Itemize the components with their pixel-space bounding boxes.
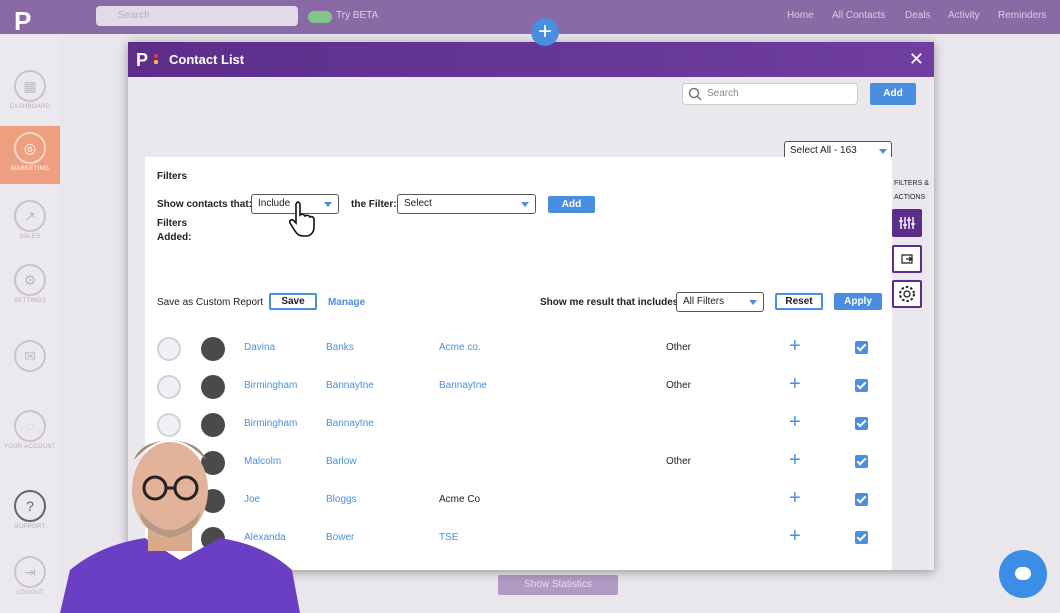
add-icon[interactable]: + <box>789 373 801 395</box>
app-search-input[interactable]: Search <box>96 6 298 26</box>
mail-icon: ✉ <box>14 340 46 372</box>
add-icon[interactable]: + <box>789 335 801 357</box>
dashboard-icon: ▦ <box>14 70 46 102</box>
modal-header: P Contact List ✕ <box>128 42 934 77</box>
settings-button[interactable] <box>892 280 922 308</box>
add-filter-button[interactable]: Add <box>548 196 595 213</box>
app-logo[interactable]: P <box>14 6 44 36</box>
last-name-link[interactable]: Bloggs <box>326 494 357 505</box>
presenter-video-overlay <box>60 440 300 613</box>
row-checkbox[interactable] <box>855 417 868 430</box>
show-statistics-button[interactable]: Show Statistics <box>498 575 618 595</box>
row-checkbox[interactable] <box>855 455 868 468</box>
first-name-link[interactable]: Birmingham <box>244 380 297 391</box>
company-link[interactable]: Acme co. <box>439 342 481 353</box>
modal-title: Contact List <box>169 52 245 67</box>
add-icon[interactable]: + <box>789 449 801 471</box>
logout-icon: ⇥ <box>14 556 46 588</box>
avatar <box>157 375 181 399</box>
hand-cursor-icon <box>289 201 315 237</box>
nav-home[interactable]: Home <box>787 10 814 21</box>
filters-actions-label: FILTERS & ACTIONS <box>894 180 929 201</box>
app-topbar: P Search Try BETA Home All Contacts Deal… <box>0 0 1060 36</box>
brand-logo-icon: P <box>136 50 158 70</box>
sidebar-item-sales[interactable]: ↗ SALES <box>0 194 60 248</box>
sidebar-item-your-account[interactable]: ◌ YOUR ACCOUNT <box>0 404 60 458</box>
last-name-link[interactable]: Barlow <box>326 456 357 467</box>
add-contact-button[interactable]: Add <box>870 83 916 105</box>
last-name-link[interactable]: Bannaytne <box>326 380 374 391</box>
add-icon[interactable]: + <box>789 411 801 433</box>
contact-type: Other <box>666 342 692 353</box>
contact-search-input[interactable]: Search <box>682 83 858 105</box>
beta-label: Try BETA <box>336 10 379 21</box>
search-icon <box>688 87 702 101</box>
manage-link[interactable]: Manage <box>328 297 365 308</box>
table-row[interactable]: Birmingham Bannaytne Bannaytne Other + <box>145 367 892 405</box>
filters-added-label: Filters Added: <box>157 218 192 243</box>
last-name-link[interactable]: Bannaytne <box>326 418 374 429</box>
row-checkbox[interactable] <box>855 379 868 392</box>
sidebar-item-dashboard[interactable]: ▦ DASHBOARD <box>0 64 60 118</box>
show-result-label: Show me result that includes <box>540 297 679 308</box>
sales-chart-icon: ↗ <box>14 200 46 232</box>
the-filter-label: the Filter: <box>351 199 397 210</box>
last-name-link[interactable]: Bower <box>326 532 354 543</box>
sidebar-item-marketing[interactable]: ◎ MARKETING <box>0 126 60 184</box>
beta-toggle[interactable] <box>308 11 332 23</box>
row-checkbox[interactable] <box>855 493 868 506</box>
filters-title: Filters <box>157 171 188 182</box>
nav-reminders[interactable]: Reminders <box>998 10 1046 21</box>
sidebar-item-logout[interactable]: ⇥ LOGOUT <box>0 550 60 604</box>
save-custom-report-label: Save as Custom Report <box>157 297 264 308</box>
last-name-link[interactable]: Banks <box>326 342 354 353</box>
gear-icon: ⚙ <box>14 264 46 296</box>
add-plus-button[interactable]: + <box>531 18 559 46</box>
sidebar-item-settings[interactable]: ⚙ SETTINGS <box>0 258 60 312</box>
chevron-down-icon <box>749 300 757 305</box>
row-checkbox[interactable] <box>855 531 868 544</box>
filter-select-dropdown[interactable]: Select <box>397 194 536 214</box>
filters-toggle-button[interactable] <box>892 209 922 237</box>
contact-type: Other <box>666 456 692 467</box>
marketing-icon: ◎ <box>14 132 46 164</box>
apply-button[interactable]: Apply <box>834 293 882 310</box>
add-icon[interactable]: + <box>789 525 801 547</box>
reset-button[interactable]: Reset <box>775 293 823 310</box>
sidebar-item-support[interactable]: ? SUPPORT <box>0 484 60 538</box>
nav-activity[interactable]: Activity <box>948 10 980 21</box>
export-button[interactable] <box>892 245 922 273</box>
user-icon: ◌ <box>14 410 46 442</box>
save-report-button[interactable]: Save <box>269 293 317 310</box>
row-checkbox[interactable] <box>855 341 868 354</box>
company-link[interactable]: TSE <box>439 532 458 543</box>
chevron-down-icon <box>879 149 887 154</box>
sidebar-item-mail[interactable]: ✉ <box>0 334 60 388</box>
filters-panel: Filters Show contacts that: Include the … <box>145 157 892 324</box>
result-includes-dropdown[interactable]: All Filters <box>676 292 764 312</box>
company-link[interactable]: Bannaytne <box>439 380 487 391</box>
chevron-down-icon <box>324 202 332 207</box>
export-icon <box>901 254 914 264</box>
sliders-icon <box>899 217 915 229</box>
chat-bubble-button[interactable] <box>999 550 1047 598</box>
close-icon[interactable]: ✕ <box>909 49 924 69</box>
question-icon: ? <box>14 490 46 522</box>
avatar <box>201 337 225 361</box>
add-icon[interactable]: + <box>789 487 801 509</box>
avatar <box>157 337 181 361</box>
app-sidebar: ▦ DASHBOARD ◎ MARKETING ↗ SALES ⚙ SETTINGS ✉… <box>0 34 60 613</box>
company-text: Acme Co <box>439 494 481 505</box>
avatar <box>201 375 225 399</box>
gear-icon <box>899 286 915 302</box>
nav-deals[interactable]: Deals <box>905 10 931 21</box>
chevron-down-icon <box>521 202 529 207</box>
nav-all-contacts[interactable]: All Contacts <box>832 10 885 21</box>
first-name-link[interactable]: Davina <box>244 342 275 353</box>
table-row[interactable]: Davina Banks Acme co. Other + <box>145 329 892 367</box>
contact-type: Other <box>666 380 692 391</box>
show-contacts-label: Show contacts that: <box>157 199 253 210</box>
